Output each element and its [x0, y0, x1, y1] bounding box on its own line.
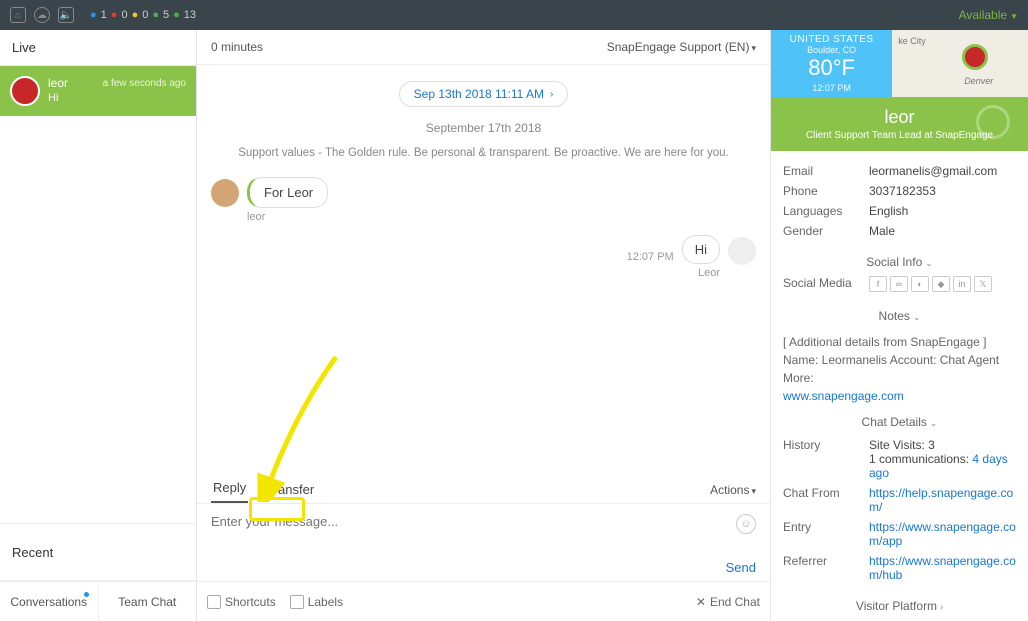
- phone-value: 3037182353: [869, 184, 1016, 198]
- github-icon[interactable]: ◐: [911, 276, 929, 292]
- languages-label: Languages: [783, 204, 863, 218]
- right-panel: UNITED STATES Boulder, CO 80°F 12:07 PM …: [771, 30, 1028, 621]
- facebook-icon[interactable]: f: [869, 276, 887, 292]
- sound-icon[interactable]: 🔈: [58, 7, 74, 23]
- chat-duration: 0 minutes: [211, 40, 263, 54]
- section-visitor-platform[interactable]: Visitor Platform›: [771, 595, 1028, 617]
- map-pin-icon: [962, 44, 988, 70]
- message-bubble: For Leor: [247, 177, 328, 208]
- social-media-icons: f ∞ ◐ ◆ in 𝕏: [869, 276, 992, 292]
- chatfrom-link[interactable]: https://help.snapengage.com/: [869, 486, 1013, 514]
- picasa-icon[interactable]: ◆: [932, 276, 950, 292]
- message-author: Leor: [698, 267, 720, 279]
- gender-label: Gender: [783, 224, 863, 238]
- system-message: Support values - The Golden rule. Be per…: [197, 143, 770, 171]
- actions-dropdown[interactable]: Actions▾: [710, 477, 756, 503]
- twitter-icon[interactable]: 𝕏: [974, 276, 992, 292]
- avatar: [10, 76, 40, 106]
- status-counters: ●1 ●0 ●0 ●5 ●13: [90, 9, 196, 21]
- avatar: [211, 179, 239, 207]
- emoji-icon[interactable]: ☺: [736, 514, 756, 534]
- section-social-info[interactable]: Social Info⌄: [771, 251, 1028, 273]
- recent-header[interactable]: Recent: [0, 523, 196, 581]
- shortcuts-button[interactable]: Shortcuts: [207, 595, 276, 609]
- gender-value: Male: [869, 224, 1016, 238]
- home-icon[interactable]: ⌂: [10, 7, 26, 23]
- chat-item-preview: Hi: [48, 92, 186, 104]
- chatfrom-label: Chat From: [783, 486, 863, 514]
- labels-button[interactable]: Labels: [290, 595, 343, 609]
- tab-transfer[interactable]: Transfer: [264, 476, 316, 503]
- message-input[interactable]: [211, 514, 647, 529]
- top-bar: ⌂ ☁ 🔈 ●1 ●0 ●0 ●5 ●13 Available▼: [0, 0, 1028, 30]
- languages-value: English: [869, 204, 1016, 218]
- phone-label: Phone: [783, 184, 863, 198]
- history-label: History: [783, 438, 863, 480]
- end-chat-button[interactable]: ✕End Chat: [696, 595, 760, 609]
- teamchat-tab[interactable]: Team Chat: [99, 582, 197, 621]
- entry-link[interactable]: https://www.snapengage.com/app: [869, 520, 1016, 548]
- referrer-label: Referrer: [783, 554, 863, 582]
- left-panel: Live leor a few seconds ago Hi Recent Co…: [0, 30, 197, 621]
- message-row-agent: 12:07 PM Hi Leor: [197, 229, 770, 285]
- live-header: Live: [0, 30, 196, 66]
- flickr-icon[interactable]: ∞: [890, 276, 908, 292]
- section-chat-details[interactable]: Chat Details⌄: [771, 411, 1028, 433]
- date-divider: September 17th 2018: [197, 113, 770, 143]
- chat-item-time: a few seconds ago: [103, 78, 186, 89]
- notes-link[interactable]: www.snapengage.com: [783, 389, 904, 403]
- message-time: 12:07 PM: [627, 251, 674, 263]
- message-bubble: Hi: [682, 235, 720, 264]
- chat-list-item[interactable]: leor a few seconds ago Hi: [0, 66, 196, 116]
- lock-icon: [976, 105, 1010, 139]
- message-row-visitor: For Leor leor: [197, 171, 770, 229]
- history-value: Site Visits: 31 communications: 4 days a…: [869, 438, 1016, 480]
- social-media-label: Social Media: [783, 276, 863, 292]
- referrer-link[interactable]: https://www.snapengage.com/hub: [869, 554, 1016, 582]
- map-widget[interactable]: ke City Denver: [892, 30, 1028, 97]
- chat-item-name: leor: [48, 76, 68, 90]
- send-button[interactable]: Send: [726, 560, 756, 575]
- history-timestamp-pill[interactable]: Sep 13th 2018 11:11 AM›: [399, 81, 569, 107]
- notes-content: [ Additional details from SnapEngage ] N…: [771, 327, 1028, 411]
- center-panel: 0 minutes SnapEngage Support (EN)▾ Sep 1…: [197, 30, 771, 621]
- message-author: leor: [247, 211, 328, 223]
- shortcuts-icon: [207, 595, 221, 609]
- cloud-icon[interactable]: ☁: [34, 7, 50, 23]
- entry-label: Entry: [783, 520, 863, 548]
- linkedin-icon[interactable]: in: [953, 276, 971, 292]
- tab-reply[interactable]: Reply: [211, 474, 248, 503]
- visitor-banner: leor Client Support Team Lead at SnapEng…: [771, 97, 1028, 151]
- notification-dot: [84, 592, 89, 597]
- section-js-variables[interactable]: Javascript Variables⌄: [771, 617, 1028, 621]
- avatar: [728, 237, 756, 265]
- section-notes[interactable]: Notes⌄: [771, 305, 1028, 327]
- email-label: Email: [783, 164, 863, 178]
- weather-widget: UNITED STATES Boulder, CO 80°F 12:07 PM: [771, 30, 892, 97]
- conversations-tab[interactable]: Conversations: [0, 582, 99, 621]
- availability-dropdown[interactable]: Available▼: [959, 8, 1018, 22]
- tag-icon: [290, 595, 304, 609]
- close-icon: ✕: [696, 595, 706, 609]
- email-value: leormanelis@gmail.com: [869, 164, 1016, 178]
- support-widget-dropdown[interactable]: SnapEngage Support (EN)▾: [607, 40, 756, 54]
